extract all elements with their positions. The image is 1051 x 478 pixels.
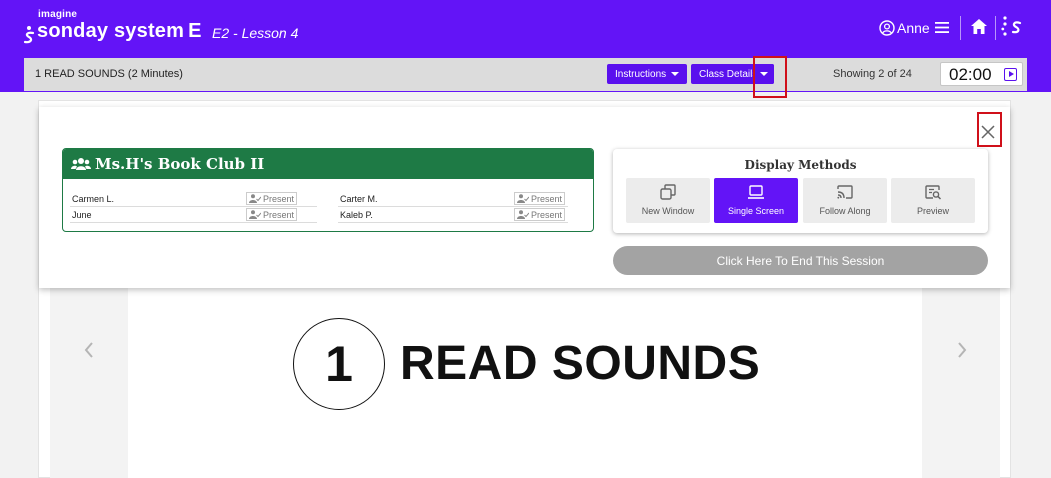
- display-methods: Display Methods New Window Single Screen…: [613, 149, 988, 233]
- attendance-status[interactable]: Present: [514, 192, 566, 205]
- highlight-box: [977, 112, 1002, 147]
- attendance-label: Present: [263, 193, 295, 204]
- attendance-label: Present: [531, 209, 563, 220]
- cast-icon: [837, 185, 853, 199]
- method-label: New Window: [641, 206, 695, 216]
- method-label: Follow Along: [819, 206, 871, 216]
- sonday-app-icon[interactable]: [1001, 15, 1023, 39]
- timer: 02:00: [940, 62, 1023, 86]
- method-label: Single Screen: [727, 206, 785, 216]
- brand-name: sonday system E: [37, 20, 202, 43]
- student-row: Carter M. Present: [338, 191, 568, 207]
- slide-number: 1: [293, 318, 385, 410]
- top-header: imagine sonday system E E2 - Lesson 4 Ann…: [0, 0, 1051, 56]
- instructions-label: Instructions: [615, 68, 667, 80]
- class-roster: Ms.H's Book Club II Carmen L. Present Ju…: [62, 148, 594, 232]
- slide-right-gutter: [922, 288, 1000, 478]
- class-details-panel: Ms.H's Book Club II Carmen L. Present Ju…: [39, 107, 1010, 288]
- sonday-logo-icon: [23, 26, 35, 44]
- attendance-label: Present: [531, 193, 563, 204]
- timer-value: 02:00: [949, 65, 992, 84]
- brand-tagline: imagine: [38, 9, 78, 20]
- user-check-icon: [517, 194, 529, 203]
- method-label: Preview: [916, 206, 949, 216]
- end-session-button[interactable]: Click Here To End This Session: [613, 246, 988, 275]
- student-name: Carter M.: [340, 194, 378, 204]
- slide-title: READ SOUNDS: [400, 337, 761, 390]
- student-row: Kaleb P. Present: [338, 207, 568, 223]
- attendance-status[interactable]: Present: [246, 192, 298, 205]
- play-icon[interactable]: [1004, 68, 1017, 81]
- home-icon[interactable]: [970, 18, 988, 35]
- lesson-label: E2 - Lesson 4: [212, 25, 299, 41]
- laptop-icon: [748, 185, 764, 199]
- user-check-icon: [249, 210, 261, 219]
- user-icon[interactable]: [879, 20, 895, 36]
- student-row: June Present: [70, 207, 317, 223]
- slide-left-gutter: [50, 288, 128, 478]
- attendance-label: Present: [263, 209, 295, 220]
- chevron-right-icon[interactable]: [956, 340, 968, 360]
- new-window-icon: [660, 184, 676, 200]
- header-divider: [960, 16, 961, 40]
- user-name[interactable]: Anne: [897, 20, 930, 36]
- method-new-window[interactable]: New Window: [626, 178, 710, 223]
- student-name: June: [72, 210, 92, 220]
- user-check-icon: [517, 210, 529, 219]
- class-roster-header: Ms.H's Book Club II: [63, 149, 593, 179]
- slide-counter: Showing 2 of 24: [833, 68, 912, 80]
- student-name: Kaleb P.: [340, 210, 373, 220]
- method-single-screen[interactable]: Single Screen: [714, 178, 798, 223]
- instructions-button[interactable]: Instructions: [607, 64, 688, 84]
- group-icon: [71, 158, 91, 170]
- activity-bar: 1 READ SOUNDS (2 Minutes) Instructions C…: [24, 58, 1027, 91]
- chevron-left-icon[interactable]: [83, 340, 95, 360]
- chevron-down-icon: [671, 72, 680, 76]
- user-check-icon: [249, 194, 261, 203]
- brand-name-text: sonday system: [37, 20, 185, 42]
- attendance-status[interactable]: Present: [246, 208, 298, 221]
- method-follow-along[interactable]: Follow Along: [803, 178, 887, 223]
- class-name: Ms.H's Book Club II: [95, 155, 265, 173]
- brand-system-letter: E: [188, 20, 202, 42]
- header-divider: [995, 16, 996, 40]
- display-methods-title: Display Methods: [744, 158, 857, 172]
- student-row: Carmen L. Present: [70, 191, 317, 207]
- method-preview[interactable]: Preview: [891, 178, 975, 223]
- highlight-box: [753, 56, 787, 98]
- activity-title: 1 READ SOUNDS (2 Minutes): [35, 68, 183, 80]
- hamburger-menu-icon[interactable]: [935, 21, 949, 34]
- student-name: Carmen L.: [72, 194, 115, 204]
- attendance-status[interactable]: Present: [514, 208, 566, 221]
- class-details-label: Class Details: [699, 68, 758, 80]
- preview-icon: [925, 185, 942, 200]
